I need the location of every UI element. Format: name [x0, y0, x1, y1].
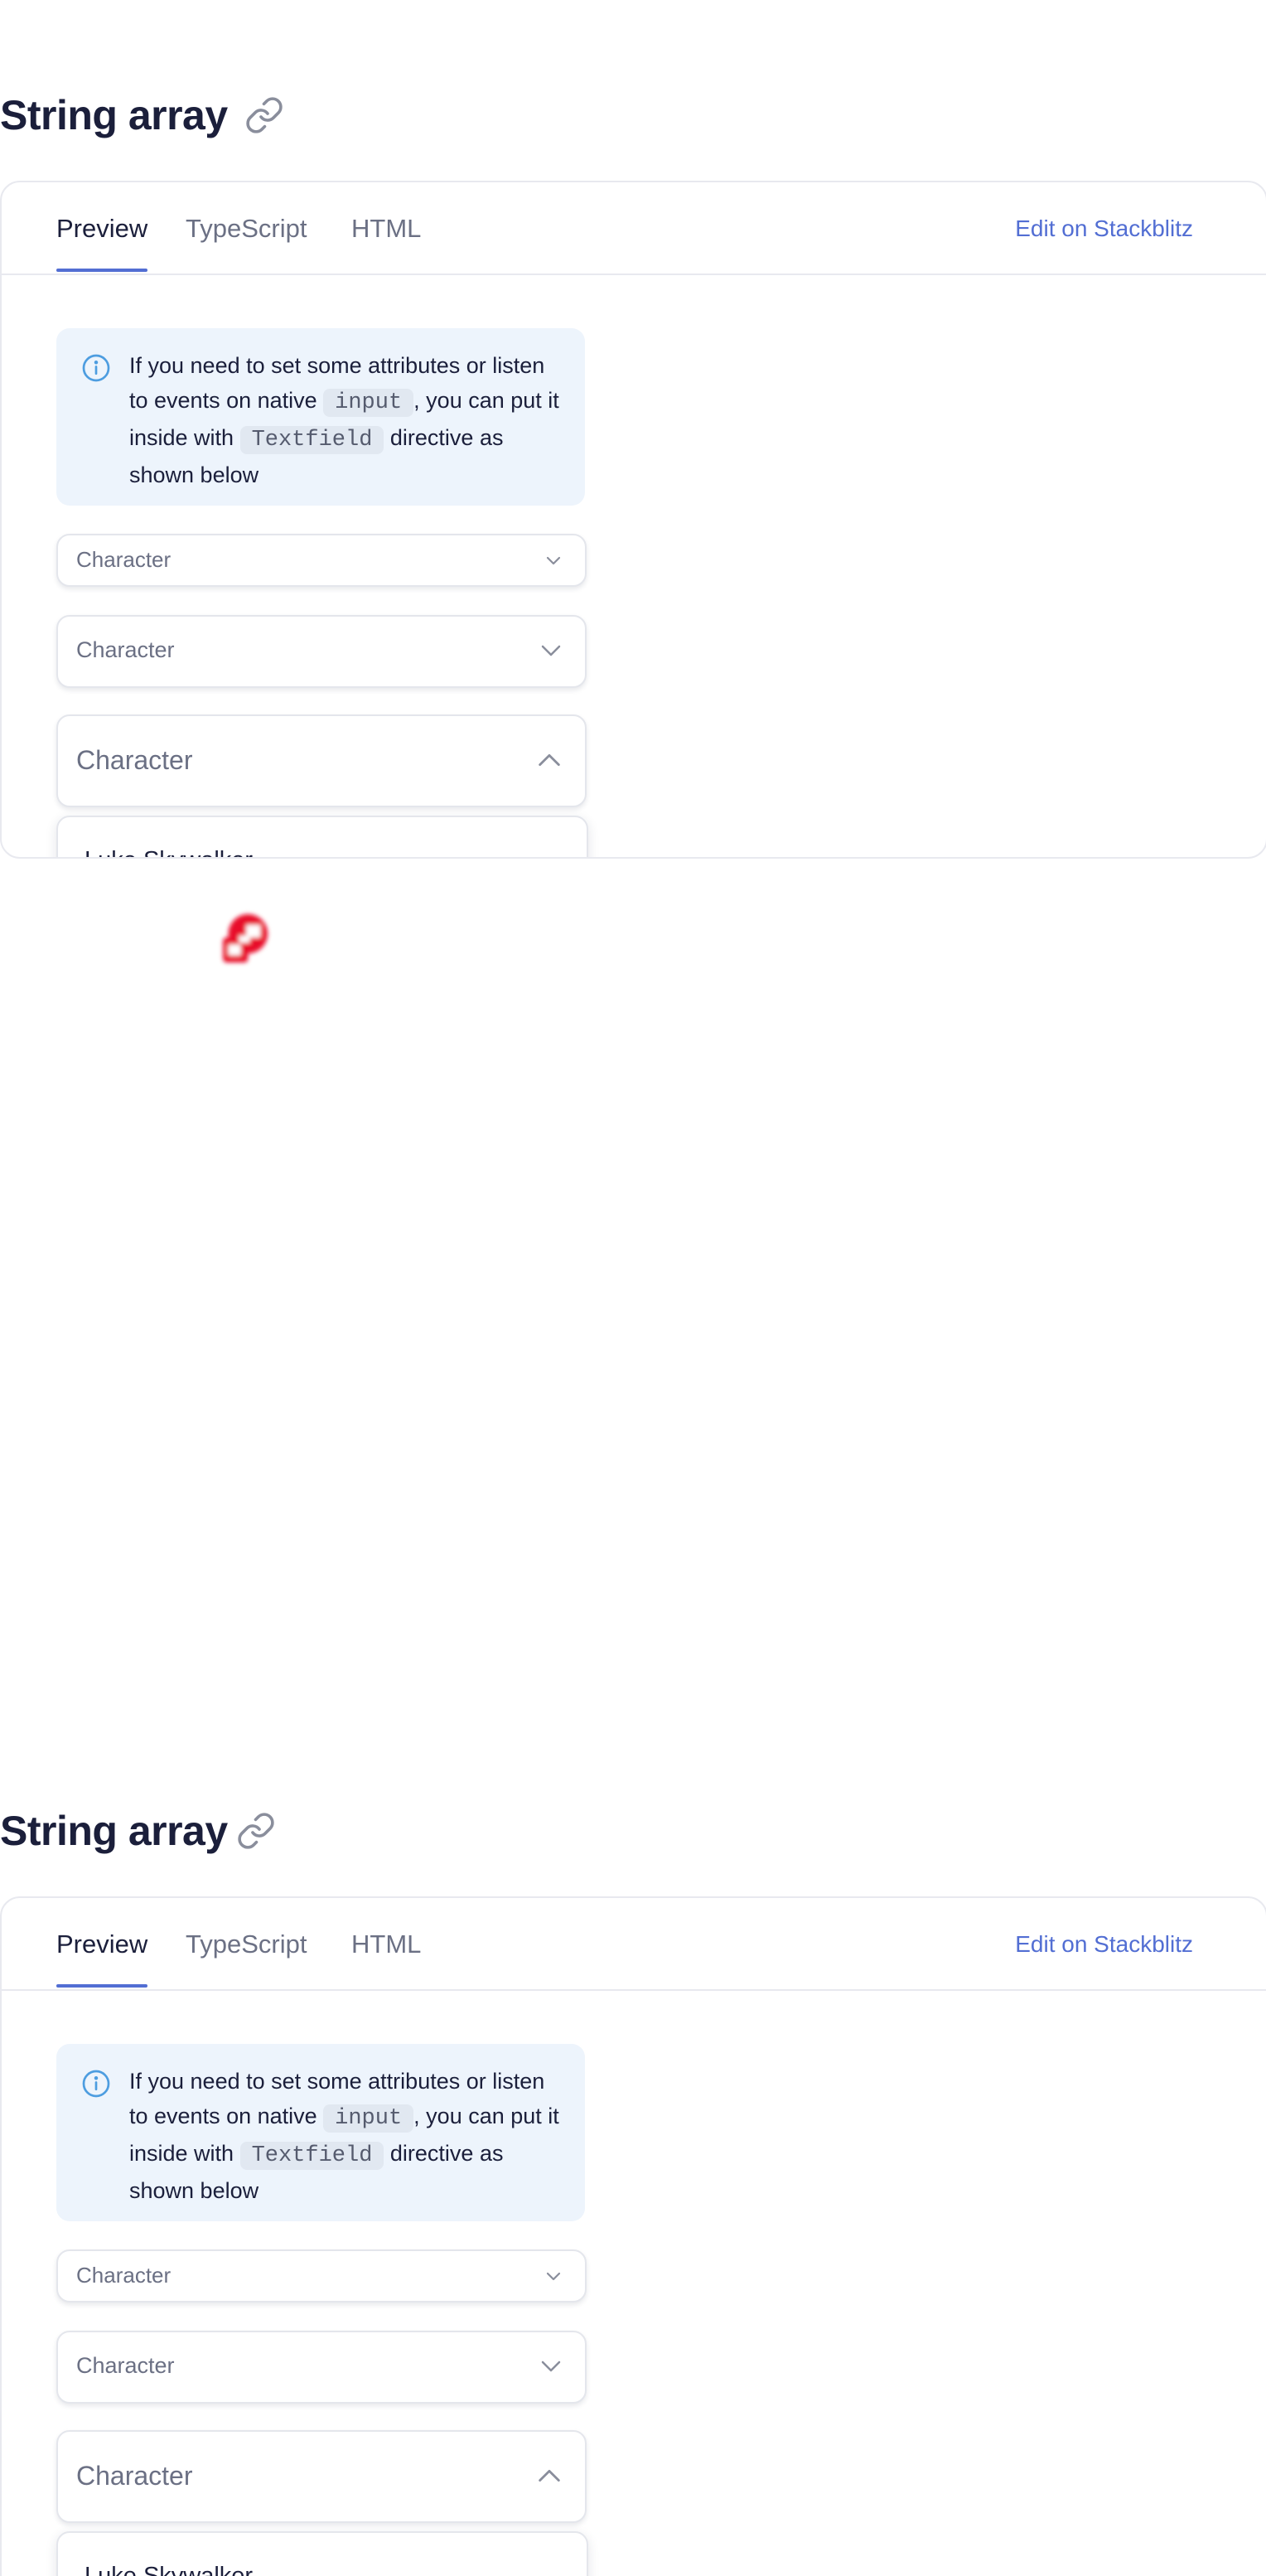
chevron-down-icon — [541, 2361, 561, 2372]
code-input: input — [323, 389, 414, 417]
section-heading: String array — [0, 1807, 276, 1855]
code-textfield: Textfield — [239, 2142, 384, 2170]
cursor-icon — [223, 914, 268, 963]
edit-on-stackblitz-link[interactable]: Edit on Stackblitz — [1015, 1931, 1193, 1958]
notice-text: If you need to set some attributes or li… — [129, 348, 568, 492]
select-label: Character — [76, 2263, 172, 2288]
info-notice: If you need to set some attributes or li… — [56, 328, 585, 506]
select-label: Character — [76, 547, 172, 572]
character-select-large[interactable]: Character — [56, 2430, 587, 2523]
character-select-large[interactable]: Character — [56, 714, 587, 807]
active-tab-indicator — [56, 269, 147, 272]
select-label: Character — [76, 2353, 175, 2378]
dropdown-list: Luke Skywalker — [56, 816, 588, 857]
chevron-up-icon — [539, 2469, 560, 2482]
link-icon[interactable] — [244, 95, 284, 135]
active-tab-indicator — [56, 1984, 147, 1988]
info-icon — [82, 354, 110, 382]
tab-preview[interactable]: Preview — [56, 214, 147, 244]
dropdown-option[interactable]: Luke Skywalker — [85, 2563, 253, 2576]
character-select-medium[interactable]: Character — [56, 2331, 587, 2404]
character-select-medium[interactable]: Character — [56, 615, 587, 688]
demo-section-1: String array Preview TypeScript HTML Edi… — [0, 0, 1266, 963]
tab-bar: Preview TypeScript HTML Edit on Stackbli… — [2, 1898, 1266, 1991]
select-label: Character — [76, 745, 193, 775]
select-label: Character — [76, 637, 175, 662]
notice-text: If you need to set some attributes or li… — [129, 2064, 568, 2208]
chevron-up-icon — [539, 753, 560, 767]
page-title: String array — [0, 1808, 228, 1854]
demo-card: Preview TypeScript HTML Edit on Stackbli… — [0, 181, 1266, 859]
chevron-down-icon — [546, 556, 561, 565]
character-select-small[interactable]: Character — [56, 2249, 587, 2302]
dropdown-list: Luke Skywalker — [56, 2531, 588, 2576]
tab-typescript[interactable]: TypeScript — [186, 1930, 307, 1959]
edit-on-stackblitz-link[interactable]: Edit on Stackblitz — [1015, 215, 1193, 242]
page-title: String array — [0, 92, 228, 138]
code-textfield: Textfield — [239, 426, 384, 454]
chevron-down-icon — [546, 2272, 561, 2281]
chevron-down-icon — [541, 645, 561, 656]
select-label: Character — [76, 2461, 193, 2491]
info-icon — [82, 2070, 110, 2098]
info-notice: If you need to set some attributes or li… — [56, 2044, 585, 2221]
character-select-small[interactable]: Character — [56, 534, 587, 587]
tab-typescript[interactable]: TypeScript — [186, 214, 307, 244]
dropdown-option[interactable]: Luke Skywalker — [85, 847, 253, 857]
code-input: input — [323, 2104, 414, 2133]
section-heading: String array — [0, 91, 284, 139]
link-icon[interactable] — [236, 1811, 276, 1851]
tab-html[interactable]: HTML — [351, 214, 421, 244]
demo-section-2: String array Preview TypeScript HTML Edi… — [0, 1716, 1266, 2576]
tab-bar: Preview TypeScript HTML Edit on Stackbli… — [2, 182, 1266, 275]
tab-html[interactable]: HTML — [351, 1930, 421, 1959]
tab-preview[interactable]: Preview — [56, 1930, 147, 1959]
demo-card: Preview TypeScript HTML Edit on Stackbli… — [0, 1896, 1266, 2576]
